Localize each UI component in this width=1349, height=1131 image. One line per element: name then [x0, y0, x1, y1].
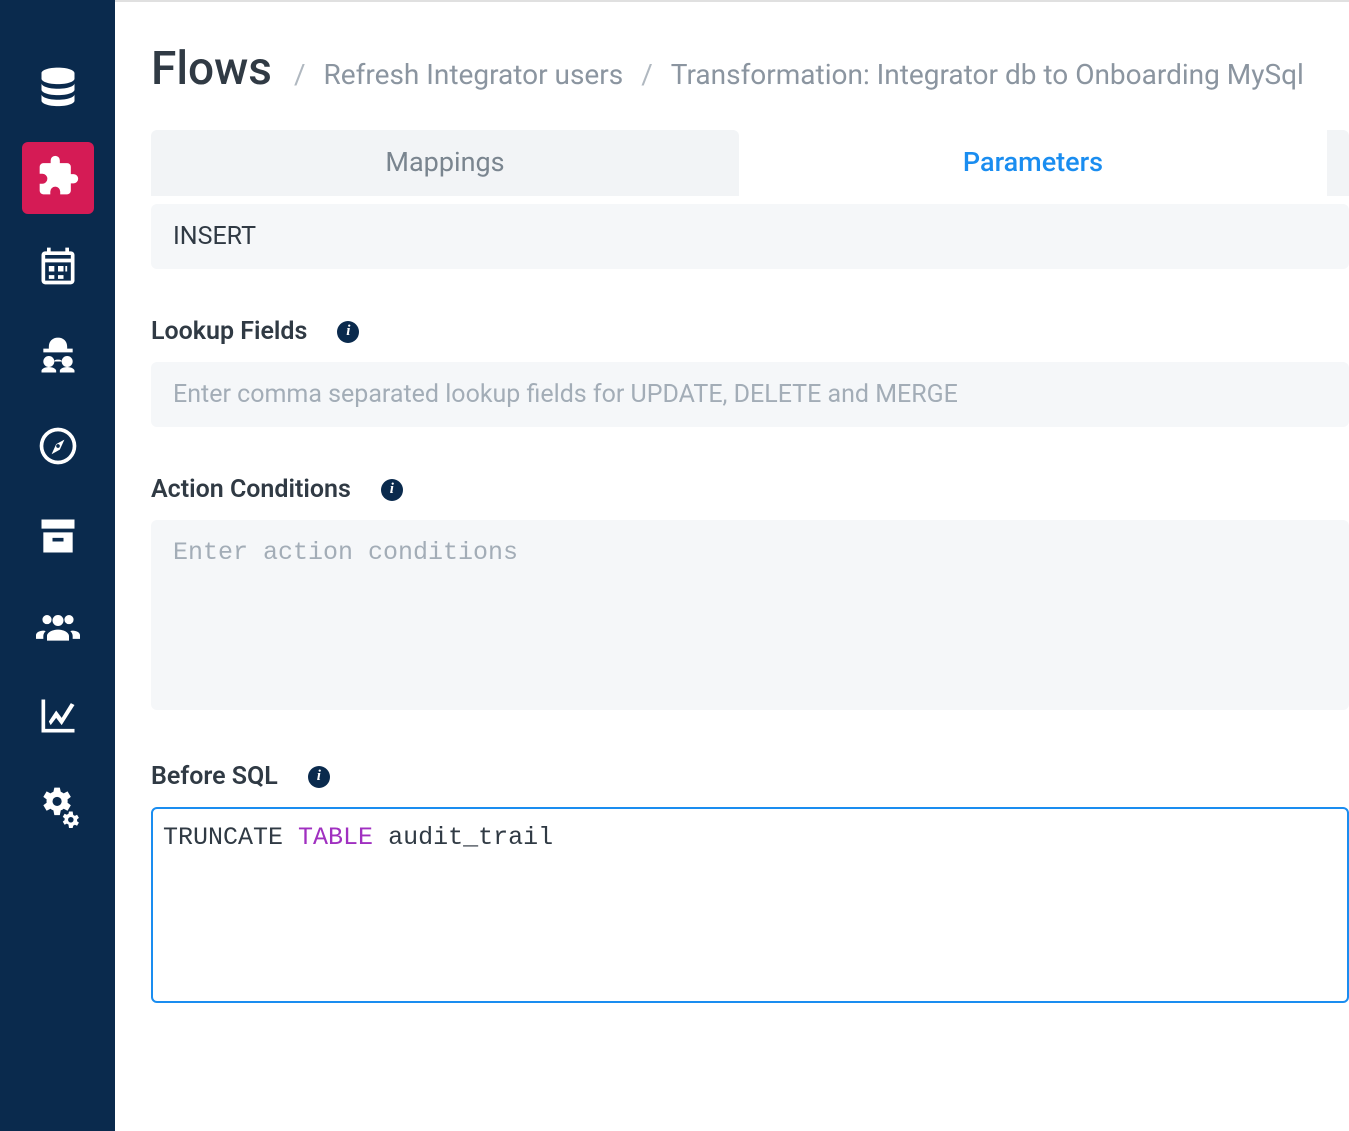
sql-token: TRUNCATE	[163, 823, 283, 852]
info-icon[interactable]: i	[308, 766, 330, 788]
sql-token: audit_trail	[388, 823, 553, 852]
action-conditions-label: Action Conditions	[151, 475, 351, 504]
action-conditions-input[interactable]	[151, 520, 1349, 710]
before-sql-editor[interactable]: TRUNCATE TABLE audit_trail	[151, 807, 1349, 1003]
breadcrumb: Flows / Refresh Integrator users / Trans…	[151, 42, 1349, 96]
lookup-fields-label-row: Lookup Fields i	[151, 317, 1349, 346]
breadcrumb-transformation: Transformation: Integrator db to Onboard…	[671, 58, 1304, 91]
sidebar-item-flows[interactable]	[22, 142, 94, 214]
breadcrumb-sep: /	[641, 58, 653, 91]
database-icon	[36, 64, 80, 112]
before-sql-label-row: Before SQL i	[151, 762, 1349, 791]
sidebar-item-archive[interactable]	[22, 502, 94, 574]
sql-keyword: TABLE	[298, 823, 373, 852]
lookup-fields-label: Lookup Fields	[151, 317, 307, 346]
sidebar	[0, 0, 115, 1131]
users-icon	[36, 604, 80, 652]
lookup-fields-section: Lookup Fields i	[151, 317, 1349, 427]
main-content: Flows / Refresh Integrator users / Trans…	[115, 0, 1349, 1131]
chart-line-icon	[36, 694, 80, 742]
info-icon[interactable]: i	[381, 479, 403, 501]
tab-mappings[interactable]: Mappings	[151, 130, 739, 196]
tab-edge	[1327, 130, 1349, 196]
info-icon[interactable]: i	[337, 321, 359, 343]
tab-parameters[interactable]: Parameters	[739, 130, 1327, 196]
gears-icon	[36, 784, 80, 832]
sidebar-item-users[interactable]	[22, 592, 94, 664]
sidebar-item-analytics[interactable]	[22, 682, 94, 754]
before-sql-label: Before SQL	[151, 762, 278, 791]
sidebar-item-settings[interactable]	[22, 772, 94, 844]
sidebar-item-database[interactable]	[22, 52, 94, 124]
page-title: Flows	[151, 42, 272, 96]
sidebar-item-explorer[interactable]	[22, 412, 94, 484]
lookup-fields-input[interactable]	[151, 362, 1349, 427]
sidebar-item-schedule[interactable]	[22, 232, 94, 304]
compass-icon	[36, 424, 80, 472]
parameters-panel: INSERT Lookup Fields i Action Conditions…	[151, 204, 1349, 1003]
before-sql-section: Before SQL i TRUNCATE TABLE audit_trail	[151, 762, 1349, 1003]
action-conditions-label-row: Action Conditions i	[151, 475, 1349, 504]
action-value-display[interactable]: INSERT	[151, 204, 1349, 269]
action-conditions-section: Action Conditions i	[151, 475, 1349, 714]
sidebar-item-agent[interactable]	[22, 322, 94, 394]
breadcrumb-sep: /	[294, 58, 306, 91]
calendar-icon	[36, 244, 80, 292]
tabs: Mappings Parameters	[151, 130, 1349, 196]
spy-icon	[36, 334, 80, 382]
app-root: Flows / Refresh Integrator users / Trans…	[0, 0, 1349, 1131]
breadcrumb-flow[interactable]: Refresh Integrator users	[324, 58, 624, 91]
puzzle-icon	[36, 154, 80, 202]
archive-icon	[36, 514, 80, 562]
